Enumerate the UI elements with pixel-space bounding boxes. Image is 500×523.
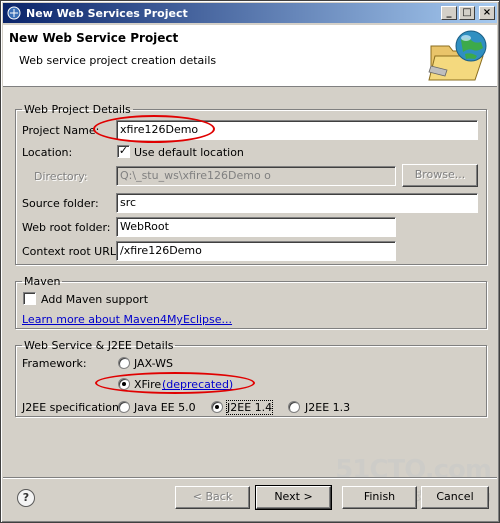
dialog-window: New Web Services Project _ □ × New Web S… (0, 0, 500, 523)
web-root-folder-label: Web root folder: (22, 221, 111, 234)
finish-button[interactable]: Finish (342, 486, 417, 509)
j2ee-specification-label: J2EE specification: (22, 401, 123, 414)
location-label: Location: (22, 146, 73, 159)
source-folder-label: Source folder: (22, 197, 99, 210)
use-default-location-label: Use default location (134, 146, 244, 159)
directory-label: Directory: (34, 170, 88, 183)
source-folder-input[interactable]: src (116, 193, 478, 213)
cancel-button[interactable]: Cancel (421, 486, 489, 509)
j2ee14-radio[interactable] (211, 401, 223, 413)
context-root-url-input[interactable]: /xfire126Demo (116, 241, 396, 261)
context-root-url-label: Context root URL: (22, 245, 120, 258)
maximize-button[interactable]: □ (459, 6, 475, 20)
j2ee13-label: J2EE 1.3 (305, 401, 351, 414)
minimize-button[interactable]: _ (441, 6, 457, 20)
page-description: Web service project creation details (19, 54, 217, 67)
title-bar[interactable]: New Web Services Project _ □ × (3, 3, 497, 23)
page-title: New Web Service Project (9, 31, 179, 45)
window-title: New Web Services Project (26, 6, 188, 20)
watermark-line1: 51CTO.com (335, 455, 492, 485)
learn-more-maven-link[interactable]: Learn more about Maven4MyEclipse... (22, 313, 232, 326)
project-name-input[interactable]: xfire126Demo (116, 120, 478, 140)
javaee5-radio[interactable] (118, 401, 130, 413)
next-button[interactable]: Next > (255, 485, 332, 510)
xfire-deprecated-link[interactable]: (deprecated) (162, 378, 233, 391)
web-root-folder-input[interactable]: WebRoot (116, 217, 396, 237)
directory-input[interactable]: Q:\_stu_ws\xfire126Demo o (116, 166, 396, 186)
maven-legend: Maven (24, 275, 61, 288)
project-name-label: Project Name: (22, 124, 100, 137)
use-default-location-checkbox[interactable]: ✓ (117, 145, 130, 158)
close-button[interactable]: × (479, 6, 495, 20)
web-project-details-legend: Web Project Details (24, 103, 131, 116)
ws-j2ee-details-legend: Web Service & J2EE Details (24, 339, 174, 352)
add-maven-support-checkbox[interactable] (23, 292, 36, 305)
jaxws-radio[interactable] (118, 357, 130, 369)
web-service-folder-icon (428, 30, 487, 81)
back-button[interactable]: < Back (175, 486, 250, 509)
xfire-label: XFire (134, 378, 162, 391)
j2ee14-label: J2EE 1.4 (225, 400, 274, 415)
jaxws-label: JAX-WS (134, 357, 173, 370)
javaee5-label: Java EE 5.0 (134, 401, 196, 414)
help-icon[interactable]: ? (17, 489, 35, 507)
footer-separator (3, 477, 497, 479)
framework-label: Framework: (22, 357, 87, 370)
xfire-radio[interactable] (118, 378, 130, 390)
add-maven-support-label: Add Maven support (41, 293, 149, 306)
app-icon (6, 5, 22, 21)
wizard-banner: New Web Service Project Web service proj… (3, 25, 497, 87)
j2ee13-radio[interactable] (288, 401, 300, 413)
browse-button[interactable]: Browse... (402, 164, 478, 187)
